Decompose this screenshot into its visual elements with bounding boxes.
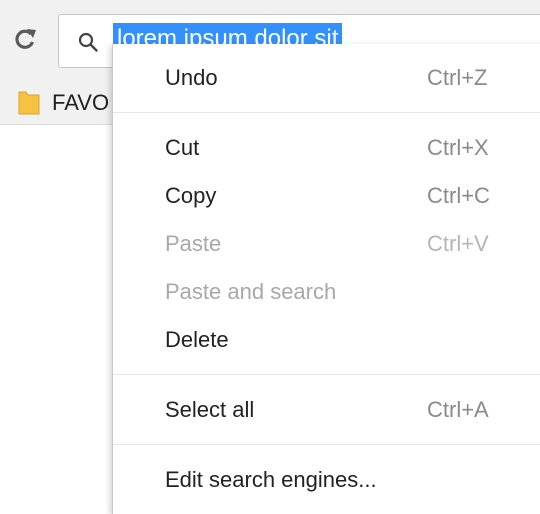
menu-item-paste[interactable]: Paste Ctrl+V (113, 220, 540, 268)
menu-item-label: Paste and search (165, 279, 337, 304)
menu-item-select-all[interactable]: Select all Ctrl+A (113, 386, 540, 434)
menu-item-label: Select all (165, 397, 255, 422)
menu-separator (113, 374, 540, 375)
search-icon (78, 32, 98, 52)
menu-item-label: Delete (165, 327, 229, 352)
menu-item-cut[interactable]: Cut Ctrl+X (113, 124, 540, 172)
context-menu: Undo Ctrl+Z Cut Ctrl+X Copy Ctrl+C Paste… (112, 44, 540, 514)
menu-separator (113, 444, 540, 445)
folder-icon[interactable] (18, 89, 40, 115)
menu-item-shortcut: Ctrl+X (427, 135, 489, 160)
menu-item-shortcut: Ctrl+Z (427, 65, 488, 90)
menu-item-shortcut: Ctrl+V (427, 231, 489, 256)
menu-item-label: Paste (165, 231, 222, 256)
reload-icon[interactable] (10, 24, 40, 54)
bookmark-folder-label[interactable]: FAVO (52, 90, 109, 116)
menu-item-label: Edit search engines... (165, 467, 377, 492)
menu-item-shortcut: Ctrl+C (427, 183, 490, 208)
menu-item-edit-search-engines[interactable]: Edit search engines... (113, 456, 540, 504)
menu-item-shortcut: Ctrl+A (427, 397, 489, 422)
menu-item-label: Copy (165, 183, 217, 208)
menu-item-label: Cut (165, 135, 200, 160)
menu-item-undo[interactable]: Undo Ctrl+Z (113, 54, 540, 102)
menu-item-copy[interactable]: Copy Ctrl+C (113, 172, 540, 220)
menu-item-delete[interactable]: Delete (113, 316, 540, 364)
menu-item-paste-and-search[interactable]: Paste and search (113, 268, 540, 316)
menu-item-label: Undo (165, 65, 218, 90)
menu-separator (113, 112, 540, 113)
